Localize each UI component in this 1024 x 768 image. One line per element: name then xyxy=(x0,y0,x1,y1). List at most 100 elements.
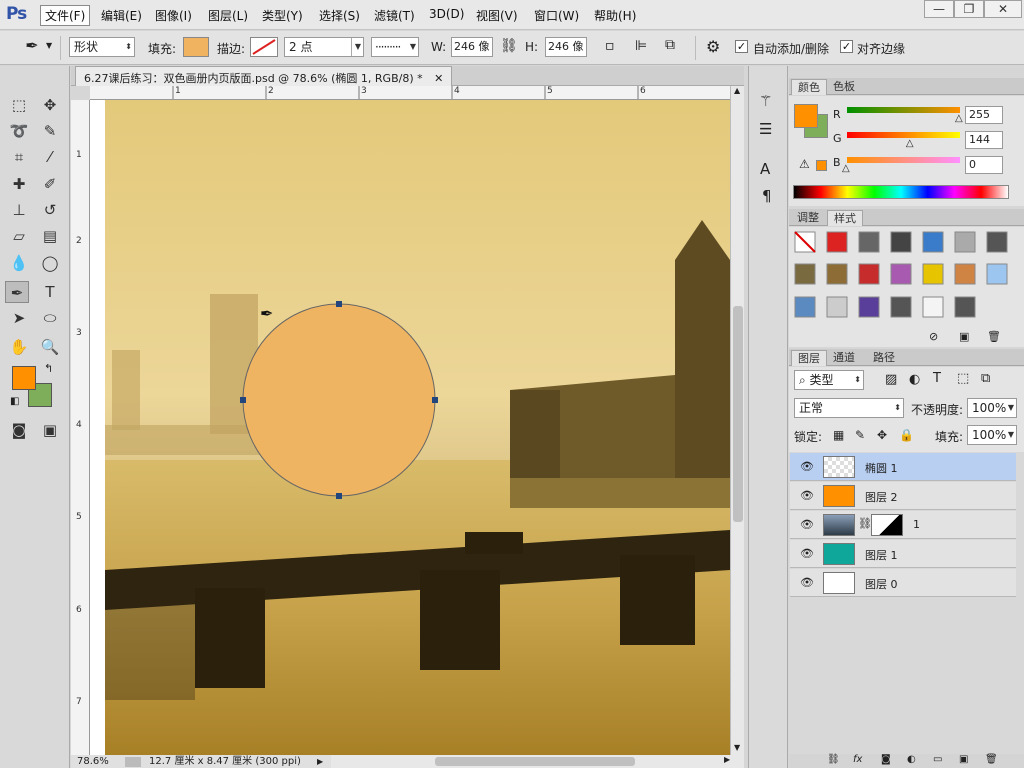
tab-swatches[interactable]: 色板 xyxy=(827,79,861,95)
menu-layer[interactable]: 图层(L) xyxy=(208,7,248,24)
pen-tool-icon[interactable]: ✒ xyxy=(5,281,29,303)
fill-color-swatch[interactable] xyxy=(183,37,209,57)
tab-channels[interactable]: 通道 xyxy=(827,350,861,366)
close-button[interactable]: ✕ xyxy=(984,0,1022,18)
eye-icon[interactable]: 👁 xyxy=(800,489,814,502)
width-field[interactable]: 246 像 xyxy=(451,37,493,57)
dodge-tool-icon[interactable]: ◯ xyxy=(38,252,62,274)
menu-select[interactable]: 选择(S) xyxy=(319,7,360,24)
blur-tool-icon[interactable]: 💧 xyxy=(7,252,31,274)
b-slider[interactable] xyxy=(847,157,960,163)
r-value-field[interactable]: 255 xyxy=(965,106,1003,124)
filter-pixel-icon[interactable]: ▨ xyxy=(885,372,897,387)
layer-row[interactable]: 👁 图层 1 xyxy=(790,540,1016,568)
healing-brush-tool-icon[interactable]: ✚ xyxy=(7,173,31,195)
layer-filter-select[interactable]: ⌕ 类型 ⬍ xyxy=(794,370,864,390)
lock-pixels-icon[interactable]: ✎ xyxy=(855,428,865,442)
new-group-icon[interactable]: ▭ xyxy=(933,754,942,765)
menu-image[interactable]: 图像(I) xyxy=(155,7,192,24)
lasso-tool-icon[interactable]: ➰ xyxy=(7,120,31,142)
layer-row[interactable]: 👁 图层 2 xyxy=(790,482,1016,510)
r-slider[interactable] xyxy=(847,107,960,113)
paragraph-panel-icon[interactable]: ¶ xyxy=(762,187,772,205)
menu-edit[interactable]: 编辑(E) xyxy=(101,7,142,24)
quick-mask-icon[interactable]: ◙ xyxy=(7,419,31,441)
height-field[interactable]: 246 像 xyxy=(545,37,587,57)
eye-icon[interactable]: 👁 xyxy=(800,576,814,589)
menu-view[interactable]: 视图(V) xyxy=(476,7,518,24)
new-layer-icon[interactable]: ▣ xyxy=(959,754,968,765)
chevron-down-icon[interactable]: ▼ xyxy=(46,41,52,50)
scroll-thumb[interactable] xyxy=(435,757,635,766)
tab-styles[interactable]: 样式 xyxy=(827,210,863,226)
blend-mode-select[interactable]: 正常 ⬍ xyxy=(794,398,904,418)
align-edges-checkbox[interactable]: ✓ xyxy=(840,40,853,53)
eye-icon[interactable]: 👁 xyxy=(800,547,814,560)
link-icon[interactable]: ⛓ xyxy=(500,38,518,54)
chain-link-icon[interactable]: ⛓ xyxy=(858,517,872,530)
gradient-tool-icon[interactable]: ▤ xyxy=(38,225,62,247)
layer-row[interactable]: 👁 ⛓ 1 xyxy=(790,511,1016,539)
zoom-level[interactable]: 78.6% xyxy=(77,755,109,768)
swap-colors-icon[interactable]: ↰ xyxy=(44,362,53,375)
status-arrow-icon[interactable]: ▶ xyxy=(317,755,323,768)
scroll-down-icon[interactable]: ▼ xyxy=(734,743,740,752)
menu-file[interactable]: 文件(F) xyxy=(40,5,91,26)
crop-tool-icon[interactable]: ⌗ xyxy=(7,146,31,168)
foreground-color-swatch-front[interactable] xyxy=(12,366,36,390)
path-alignment-icon[interactable]: ⊫ xyxy=(635,38,647,54)
fill-field[interactable]: 100% ▼ xyxy=(967,425,1017,445)
move-tool-icon[interactable]: ✥ xyxy=(38,94,62,116)
tab-color[interactable]: 颜色 xyxy=(791,79,827,95)
clone-stamp-tool-icon[interactable]: ⊥ xyxy=(7,199,31,221)
menu-filter[interactable]: 滤镜(T) xyxy=(374,7,415,24)
eye-icon[interactable]: 👁 xyxy=(800,460,814,473)
filter-smart-object-icon[interactable]: ⧉ xyxy=(981,371,990,386)
eyedropper-tool-icon[interactable]: ⁄ xyxy=(38,146,62,168)
menu-window[interactable]: 窗口(W) xyxy=(534,7,579,24)
gear-icon[interactable]: ⚙ xyxy=(706,37,720,56)
quick-selection-tool-icon[interactable]: ✎ xyxy=(38,120,62,142)
history-brush-tool-icon[interactable]: ↺ xyxy=(38,199,62,221)
menu-type[interactable]: 类型(Y) xyxy=(262,7,303,24)
slider-thumb[interactable]: △ xyxy=(842,163,850,174)
link-layers-icon[interactable]: ⛓ xyxy=(827,754,840,765)
filter-type-icon[interactable]: T xyxy=(933,371,941,386)
tool-presets-icon[interactable]: ⚚ xyxy=(759,92,772,110)
adjustment-layer-icon[interactable]: ◐ xyxy=(907,754,916,765)
g-value-field[interactable]: 144 xyxy=(965,131,1003,149)
brush-presets-icon[interactable]: ☰ xyxy=(759,120,772,138)
warning-icon[interactable]: ⚠ xyxy=(799,157,810,171)
panel-foreground-swatch[interactable] xyxy=(794,104,818,128)
character-panel-icon[interactable]: A xyxy=(760,160,770,178)
layer-row[interactable]: 👁 椭圆 1 xyxy=(790,453,1016,481)
eraser-tool-icon[interactable]: ▱ xyxy=(7,225,31,247)
screen-mode-icon[interactable]: ▣ xyxy=(38,419,62,441)
slider-thumb[interactable]: △ xyxy=(906,138,914,149)
color-spectrum-bar[interactable] xyxy=(793,185,1009,199)
clear-style-icon[interactable]: ⊘ xyxy=(929,330,938,343)
stroke-color-swatch[interactable] xyxy=(250,37,278,57)
pen-tool-preset-icon[interactable]: ✒ xyxy=(20,36,44,58)
tab-adjustments[interactable]: 调整 xyxy=(791,210,825,226)
path-arrangement-icon[interactable]: ⧉ xyxy=(665,37,675,53)
marquee-tool-icon[interactable]: ⬚ xyxy=(7,94,31,116)
filter-shape-icon[interactable]: ⬚ xyxy=(957,371,969,386)
shape-mode-select[interactable]: 形状 ⬍ xyxy=(69,37,135,57)
path-selection-tool-icon[interactable]: ➤ xyxy=(7,307,31,329)
document-canvas[interactable]: ✒ xyxy=(90,100,730,755)
b-value-field[interactable]: 0 xyxy=(965,156,1003,174)
document-tab[interactable]: 6.27课后练习：双色画册内页版面.psd @ 78.6% (椭圆 1, RGB… xyxy=(75,66,453,86)
restore-button[interactable]: ❐ xyxy=(954,0,984,18)
auto-add-checkbox[interactable]: ✓ xyxy=(735,40,748,53)
scroll-right-icon[interactable]: ▶ xyxy=(724,755,730,764)
trash-icon[interactable]: 🗑 xyxy=(987,330,1001,343)
canvas-vertical-scrollbar[interactable]: ▲ ▼ xyxy=(730,86,744,755)
gamut-color-swatch[interactable] xyxy=(816,160,827,171)
stroke-width-field[interactable]: 2 点 ▼ xyxy=(284,37,364,57)
ellipse-tool-icon[interactable]: ⬭ xyxy=(38,307,62,329)
minimize-button[interactable]: — xyxy=(924,0,954,18)
stroke-type-select[interactable]: ········· ▼ xyxy=(371,37,419,57)
scroll-thumb[interactable] xyxy=(733,306,743,522)
brush-tool-icon[interactable]: ✐ xyxy=(38,173,62,195)
